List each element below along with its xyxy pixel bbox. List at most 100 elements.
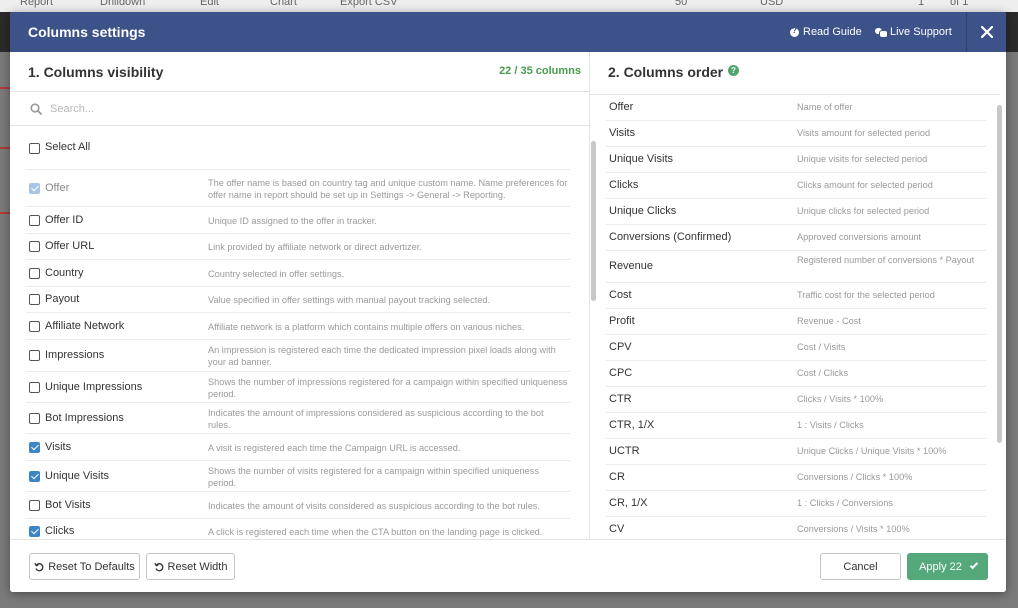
live-support-label: Live Support	[890, 26, 952, 38]
visibility-row[interactable]: Offer URL Link provided by affiliate netw…	[26, 234, 571, 260]
order-row[interactable]: CPV Cost / Visits	[606, 335, 986, 361]
order-column-name: CR, 1/X	[609, 497, 648, 509]
help-icon[interactable]: ?	[728, 65, 739, 76]
reset-defaults-button[interactable]: Reset To Defaults	[29, 553, 140, 580]
cancel-button[interactable]: Cancel	[820, 553, 901, 580]
column-label: Payout	[45, 293, 80, 305]
order-row[interactable]: CPC Cost / Clicks	[606, 361, 986, 387]
live-support-link[interactable]: Live Support	[875, 26, 952, 38]
visibility-row[interactable]: Payout Value specified in offer settings …	[26, 287, 571, 313]
column-checkbox[interactable]	[29, 382, 40, 393]
select-all-checkbox[interactable]	[29, 143, 40, 154]
order-column-name: Cost	[609, 289, 632, 301]
visibility-row[interactable]: Unique Impressions Shows the number of im…	[26, 372, 571, 403]
modal-title: Columns settings	[28, 24, 146, 40]
column-checkbox[interactable]	[29, 471, 40, 482]
order-column-description: 1 : Visits / Clicks	[797, 420, 864, 430]
column-label: Unique Impressions	[45, 381, 143, 393]
column-checkbox[interactable]	[29, 500, 40, 511]
order-column-description: Cost / Clicks	[797, 368, 849, 378]
bg-page-number: 1	[918, 0, 925, 8]
order-row[interactable]: UCTR Unique Clicks / Unique Visits * 100%	[606, 439, 986, 465]
select-all-row[interactable]: Select All	[26, 126, 571, 170]
column-checkbox[interactable]	[29, 294, 40, 305]
order-column-description: Approved conversions amount	[797, 232, 922, 242]
visibility-list: Select All Offer The offer name is based …	[10, 126, 580, 539]
column-label: Offer URL	[45, 240, 95, 252]
order-row[interactable]: Offer Name of offer	[606, 95, 986, 121]
visibility-row[interactable]: Impressions An impression is registered e…	[26, 340, 571, 372]
column-checkbox[interactable]	[29, 321, 40, 332]
visibility-row[interactable]: Visits A visit is registered each time th…	[26, 434, 571, 461]
reset-icon	[153, 562, 163, 571]
order-row[interactable]: CR Conversions / Clicks * 100%	[606, 465, 986, 491]
order-column-description: Revenue - Cost	[797, 316, 861, 326]
visibility-row[interactable]: Offer The offer name is based on country …	[26, 170, 571, 207]
reset-defaults-label: Reset To Defaults	[48, 560, 135, 573]
columns-settings-modal: Columns settings Read Guide Live Support…	[10, 12, 1006, 592]
bg-report-button: Report	[20, 0, 54, 8]
visibility-row[interactable]: Offer ID Unique ID assigned to the offer …	[26, 207, 571, 234]
order-row[interactable]: CV Conversions / Visits * 100%	[606, 517, 986, 539]
order-row[interactable]: Unique Visits Unique visits for selected …	[606, 147, 986, 173]
order-column-description: Visits amount for selected period	[797, 128, 931, 138]
column-label: Bot Visits	[45, 499, 91, 511]
visibility-row[interactable]: Bot Impressions Indicates the amount of i…	[26, 403, 571, 434]
order-column-description: Conversions / Clicks * 100%	[797, 472, 913, 482]
column-label: Impressions	[45, 349, 105, 361]
reset-width-button[interactable]: Reset Width	[146, 553, 235, 580]
column-checkbox[interactable]	[29, 526, 40, 537]
bg-row-marker	[0, 147, 10, 149]
column-checkbox[interactable]	[29, 350, 40, 361]
order-column-name: UCTR	[609, 445, 640, 457]
order-row[interactable]: Clicks Clicks amount for selected period	[606, 173, 986, 199]
column-checkbox[interactable]	[29, 215, 40, 226]
column-description: Indicates the amount of visits considere…	[208, 501, 540, 511]
column-checkbox[interactable]	[29, 241, 40, 252]
order-scrollbar[interactable]	[997, 105, 1002, 443]
visibility-row[interactable]: Country Country selected in offer setting…	[26, 260, 571, 287]
column-checkbox[interactable]	[29, 413, 40, 424]
column-description: Indicates the amount of impressions cons…	[208, 408, 544, 430]
visibility-row[interactable]: Unique Visits Shows the number of visits …	[26, 461, 571, 492]
column-checkbox[interactable]	[29, 268, 40, 279]
order-column-name: CPC	[609, 367, 633, 379]
visibility-row[interactable]: Clicks A click is registered each time wh…	[26, 519, 571, 539]
order-row[interactable]: Profit Revenue - Cost	[606, 309, 986, 335]
reset-width-label: Reset Width	[167, 560, 228, 573]
order-row[interactable]: CTR, 1/X 1 : Visits / Clicks	[606, 413, 986, 439]
column-checkbox[interactable]	[29, 442, 40, 453]
apply-button[interactable]: Apply 22	[907, 553, 988, 580]
order-column-description: Unique Clicks / Unique Visits * 100%	[797, 446, 947, 456]
order-row[interactable]: Cost Traffic cost for the selected period	[606, 283, 986, 309]
order-row[interactable]: CR, 1/X 1 : Clicks / Conversions	[606, 491, 986, 517]
order-row[interactable]: Conversions (Confirmed) Approved conversi…	[606, 225, 986, 251]
select-all-label: Select All	[45, 141, 91, 153]
bg-drilldown-button: Drilldown	[100, 0, 146, 8]
order-column-name: CV	[609, 523, 625, 535]
order-column-name: Unique Clicks	[609, 205, 677, 217]
read-guide-link[interactable]: Read Guide	[790, 26, 862, 38]
search-input[interactable]	[50, 100, 570, 118]
visibility-row[interactable]: Affiliate Network Affiliate network is a …	[26, 313, 571, 340]
close-button[interactable]	[966, 12, 1006, 52]
order-column-description: Traffic cost for the selected period	[797, 290, 935, 300]
question-circle-icon	[790, 26, 799, 37]
search-row	[10, 91, 590, 126]
column-label: Offer ID	[45, 214, 84, 226]
order-column-name: Offer	[609, 101, 634, 113]
order-column-name: Clicks	[609, 179, 639, 191]
visibility-row[interactable]: Bot Visits Indicates the amount of visits…	[26, 492, 571, 519]
order-column-name: Conversions (Confirmed)	[609, 231, 732, 243]
bg-chart-button: Chart	[270, 0, 297, 8]
order-row[interactable]: CTR Clicks / Visits * 100%	[606, 387, 986, 413]
visibility-title: 1. Columns visibility	[28, 64, 164, 80]
order-column-description: Conversions / Visits * 100%	[797, 524, 910, 534]
column-description: An impression is registered each time th…	[208, 345, 556, 367]
order-row[interactable]: Visits Visits amount for selected period	[606, 121, 986, 147]
order-column-name: Unique Visits	[609, 153, 673, 165]
modal-header: Columns settings Read Guide Live Support	[10, 12, 1006, 52]
order-row[interactable]: Revenue Registered number of conversions …	[606, 251, 986, 283]
order-row[interactable]: Unique Clicks Unique clicks for selected …	[606, 199, 986, 225]
column-label: Unique Visits	[45, 470, 109, 482]
